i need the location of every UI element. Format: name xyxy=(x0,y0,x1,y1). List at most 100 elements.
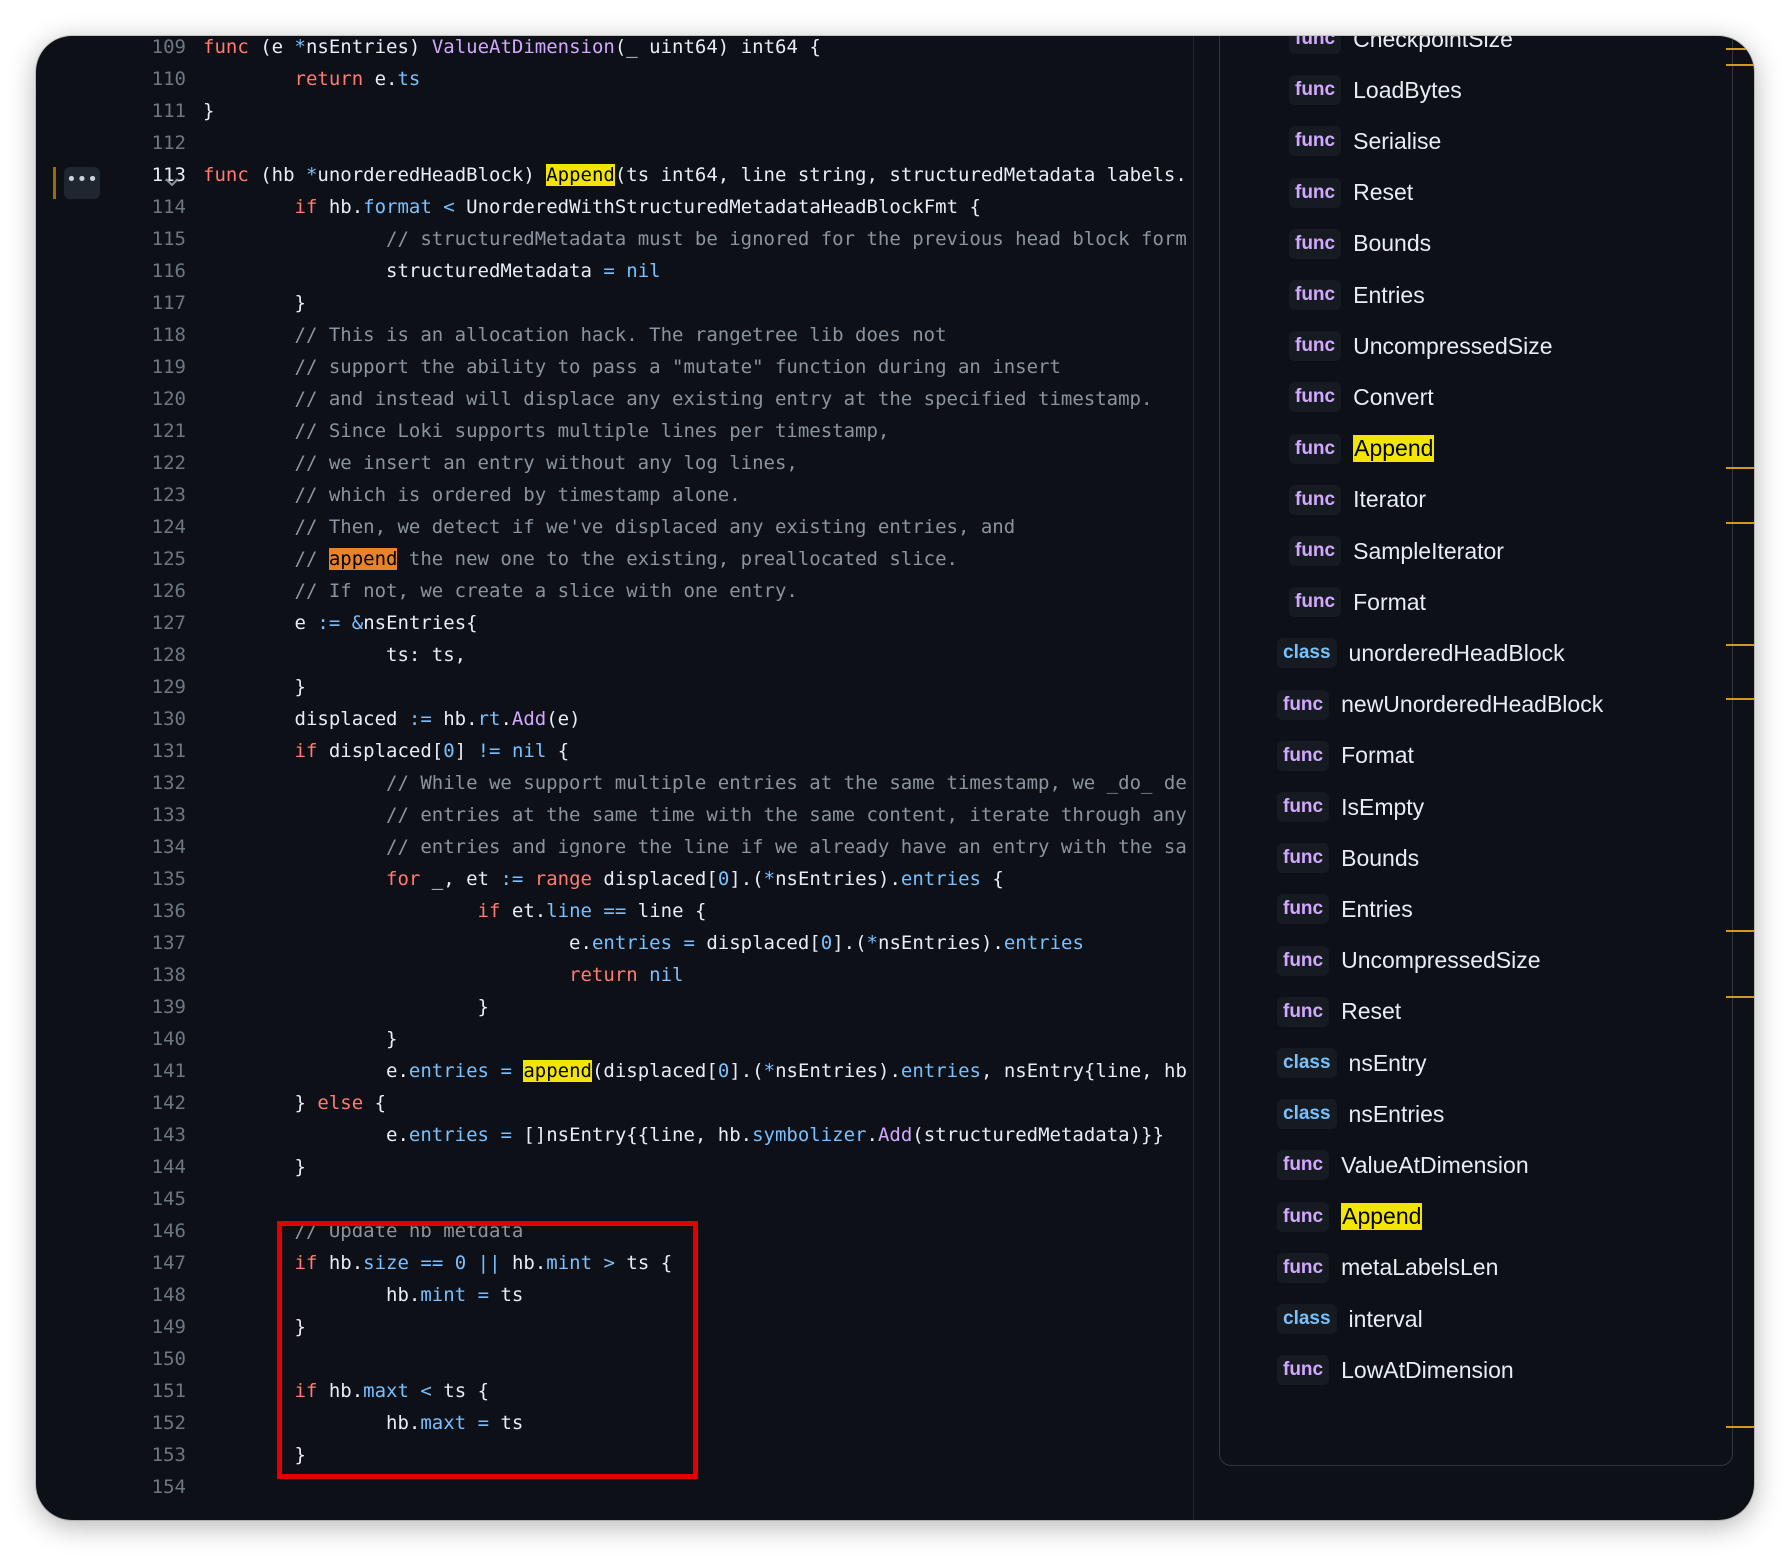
code-text: // entries and ignore the line if we alr… xyxy=(386,836,1187,858)
outline-item[interactable]: func UncompressedSize xyxy=(1289,326,1553,366)
code-line[interactable]: 132 // While we support multiple entries… xyxy=(36,767,1193,799)
outline-item[interactable]: func UncompressedSize xyxy=(1277,941,1541,981)
outline-item[interactable]: class unorderedHeadBlock xyxy=(1277,633,1565,673)
line-number: 147 xyxy=(151,1252,186,1274)
code-text: e.entries = displaced[0].(*nsEntries).en… xyxy=(203,932,1084,954)
code-line[interactable]: 143 e.entries = []nsEntry{{line, hb.symb… xyxy=(36,1119,1193,1151)
code-text: // While we support multiple entries at … xyxy=(386,772,1187,794)
code-line[interactable]: 137 e.entries = displaced[0].(*nsEntries… xyxy=(36,927,1193,959)
code-line[interactable]: 145 xyxy=(36,1183,1193,1215)
code-line[interactable]: 133 // entries at the same time with the… xyxy=(36,799,1193,831)
outline-item[interactable]: func Append xyxy=(1277,1197,1423,1237)
func-badge: func xyxy=(1289,331,1342,362)
outline-item[interactable]: func metaLabelsLen xyxy=(1277,1248,1498,1288)
line-number: 134 xyxy=(151,836,186,858)
code-line[interactable]: 122 // we insert an entry without any lo… xyxy=(36,447,1193,479)
code-line[interactable]: 121 // Since Loki supports multiple line… xyxy=(36,415,1193,447)
code-line[interactable]: 124 // Then, we detect if we've displace… xyxy=(36,511,1193,543)
code-line[interactable]: 131 if displaced[0] != nil { xyxy=(36,735,1193,767)
code-line[interactable]: 118 // This is an allocation hack. The r… xyxy=(36,319,1193,351)
outline-item[interactable]: func ValueAtDimension xyxy=(1277,1145,1529,1185)
outline-item[interactable]: func Convert xyxy=(1289,377,1434,417)
code-text: } else { xyxy=(203,1092,387,1114)
code-line[interactable]: 110 return e.ts xyxy=(36,63,1193,95)
fold-chevron-icon[interactable] xyxy=(161,167,183,199)
scroll-match-marker xyxy=(1726,522,1754,524)
outline-item[interactable]: func Serialise xyxy=(1289,121,1441,161)
outline-item[interactable]: func Bounds xyxy=(1289,224,1431,264)
outline-item[interactable]: func Format xyxy=(1289,582,1426,622)
code-line[interactable]: 126 // If not, we create a slice with on… xyxy=(36,575,1193,607)
code-line[interactable]: 135 for _, et := range displaced[0].(*ns… xyxy=(36,863,1193,895)
code-line[interactable]: 109 func (e *nsEntries) ValueAtDimension(… xyxy=(36,36,1193,63)
scroll-match-marker xyxy=(1726,644,1754,646)
scroll-match-marker xyxy=(1726,467,1754,469)
outline-item[interactable]: func Iterator xyxy=(1289,480,1426,520)
code-text: // which is ordered by timestamp alone. xyxy=(294,484,741,506)
code-line[interactable]: 130 displaced := hb.rt.Add(e) xyxy=(36,703,1193,735)
code-line[interactable]: 142 } else { xyxy=(36,1087,1193,1119)
class-badge: class xyxy=(1277,1099,1337,1130)
code-line[interactable]: 112 xyxy=(36,127,1193,159)
line-number: 138 xyxy=(151,964,186,986)
code-line[interactable]: 113 func (hb *unorderedHeadBlock) Append(… xyxy=(36,159,1193,191)
outline-item[interactable]: class interval xyxy=(1277,1299,1423,1339)
outline-item[interactable]: func Format xyxy=(1277,736,1414,776)
func-badge: func xyxy=(1289,280,1342,310)
outline-item[interactable]: func Entries xyxy=(1289,275,1425,315)
outline-item[interactable]: class nsEntry xyxy=(1277,1043,1427,1083)
outline-item[interactable]: func Reset xyxy=(1289,173,1413,213)
code-line[interactable]: 120 // and instead will displace any exi… xyxy=(36,383,1193,415)
code-line[interactable]: 134 // entries and ignore the line if we… xyxy=(36,831,1193,863)
code-line[interactable]: 125 // append the new one to the existin… xyxy=(36,543,1193,575)
outline-item[interactable]: func Append xyxy=(1289,429,1435,469)
outline-item-name: Bounds xyxy=(1341,844,1420,871)
code-text: return nil xyxy=(569,964,684,986)
code-line[interactable]: 119 // support the ability to pass a "mu… xyxy=(36,351,1193,383)
code-line[interactable]: 129 } xyxy=(36,671,1193,703)
current-line-indicator xyxy=(53,167,56,199)
line-number: 118 xyxy=(151,324,186,346)
outline-item-name: interval xyxy=(1348,1305,1423,1332)
code-line[interactable]: 140 } xyxy=(36,1023,1193,1055)
outline-item[interactable]: func Reset xyxy=(1277,992,1401,1032)
code-line[interactable]: 114 if hb.format < UnorderedWithStructur… xyxy=(36,191,1193,223)
code-line[interactable]: 111} xyxy=(36,95,1193,127)
code-line[interactable]: 144 } xyxy=(36,1151,1193,1183)
outline-item[interactable]: func Entries xyxy=(1277,889,1413,929)
line-number: 120 xyxy=(151,388,186,410)
code-line[interactable]: 139 } xyxy=(36,991,1193,1023)
code-line[interactable]: 128 ts: ts, xyxy=(36,639,1193,671)
func-badge: func xyxy=(1289,536,1342,566)
class-badge: class xyxy=(1277,1304,1337,1334)
code-line[interactable]: 117 } xyxy=(36,287,1193,319)
outline-item[interactable]: func IsEmpty xyxy=(1277,787,1424,827)
outline-item[interactable]: func CheckpointSize xyxy=(1289,36,1513,59)
code-line[interactable]: 141 e.entries = append(displaced[0].(*ns… xyxy=(36,1055,1193,1087)
outline-item-name: Serialise xyxy=(1353,127,1442,154)
more-options-button[interactable]: ••• xyxy=(64,167,100,199)
code-text: // Since Loki supports multiple lines pe… xyxy=(294,420,890,442)
func-badge: func xyxy=(1289,36,1342,54)
outline-item[interactable]: func newUnorderedHeadBlock xyxy=(1277,685,1603,725)
outline-item[interactable]: class nsEntries xyxy=(1277,1094,1444,1134)
outline-item[interactable]: func LowAtDimension xyxy=(1277,1350,1514,1390)
outline-item-name: CheckpointSize xyxy=(1353,36,1513,52)
outline-item-name: nsEntry xyxy=(1348,1049,1427,1076)
code-line[interactable]: 116 structuredMetadata = nil xyxy=(36,255,1193,287)
line-number: 128 xyxy=(151,644,186,666)
code-line[interactable]: 136 if et.line == line { xyxy=(36,895,1193,927)
symbol-outline-panel[interactable]: func CheckpointSize func LoadBytes func Seria… xyxy=(1219,36,1733,1466)
outline-item-name: Format xyxy=(1341,742,1414,769)
code-line[interactable]: 123 // which is ordered by timestamp alo… xyxy=(36,479,1193,511)
code-line[interactable]: 115 // structuredMetadata must be ignore… xyxy=(36,223,1193,255)
panel-divider xyxy=(1193,36,1194,1520)
outline-item[interactable]: func Bounds xyxy=(1277,838,1419,878)
outline-item[interactable]: func SampleIterator xyxy=(1289,531,1504,571)
code-line[interactable]: 127 e := &nsEntries{ xyxy=(36,607,1193,639)
outline-item-name: ValueAtDimension xyxy=(1341,1151,1529,1178)
line-number: 130 xyxy=(151,708,186,730)
outline-item[interactable]: func LoadBytes xyxy=(1289,70,1462,110)
outline-item-name: Append xyxy=(1353,435,1435,463)
code-line[interactable]: 138 return nil xyxy=(36,959,1193,991)
